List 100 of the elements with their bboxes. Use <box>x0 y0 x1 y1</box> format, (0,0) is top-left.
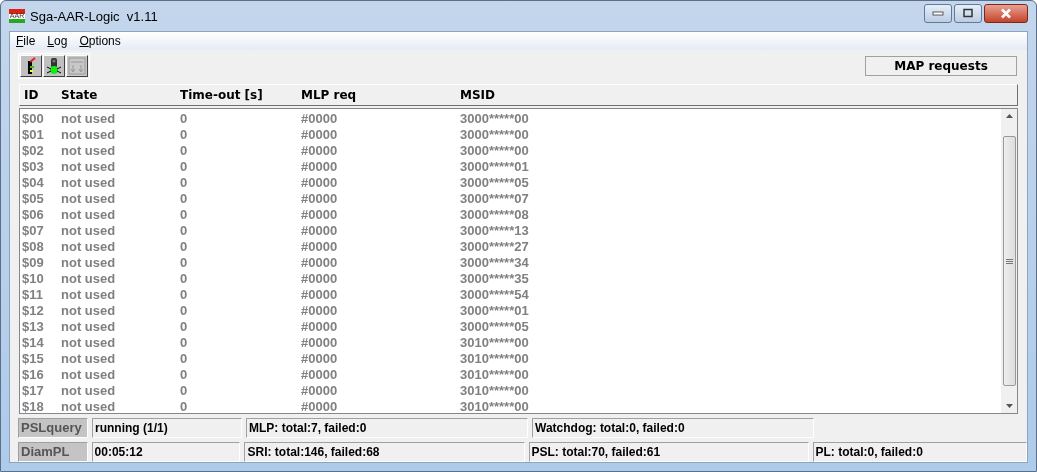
close-button[interactable] <box>984 3 1028 23</box>
table-cell-text: $07 <box>21 222 45 238</box>
maximize-button[interactable] <box>954 3 982 23</box>
table-cell: 3010*****00 <box>460 350 529 366</box>
signal-post-button[interactable] <box>20 55 42 77</box>
table-cell: 3000*****13 <box>460 222 529 238</box>
table-cell-text: 0 <box>180 206 189 222</box>
table-cell-text: #0000 <box>301 158 339 174</box>
table-cell-text: 0 <box>180 222 189 238</box>
table-cell-text: 0 <box>180 318 189 334</box>
table-cell-text: not used <box>61 382 117 398</box>
table-cell-text: not used <box>61 366 117 382</box>
table-cell: 3000*****01 <box>460 302 529 318</box>
table-cell: 3010*****00 <box>460 382 529 398</box>
scrollbar[interactable] <box>1001 109 1017 413</box>
menu-item[interactable]: Log <box>47 34 68 48</box>
column-header[interactable]: MLP req <box>301 88 460 102</box>
table-cell-text: 0 <box>180 366 189 382</box>
window-title: Sga-AAR-Logic v1.11 <box>30 8 158 24</box>
traffic-light-button[interactable] <box>43 55 65 77</box>
table-cell-text: $01 <box>21 126 45 142</box>
table-cell-text: #0000 <box>301 302 339 318</box>
table-cell-text: not used <box>61 334 117 350</box>
status-label: DiamPL <box>18 442 88 462</box>
menu-item[interactable]: Options <box>79 34 121 48</box>
status-field: Watchdog: total:0, failed:0 <box>532 418 814 438</box>
table-cell-text: $17 <box>21 382 45 398</box>
table-cell-text: $10 <box>21 270 45 286</box>
table-cell-text: not used <box>61 206 117 222</box>
maximize-icon <box>962 8 974 18</box>
table-cell-text: #0000 <box>301 366 339 382</box>
table-cell: 3000*****27 <box>460 238 529 254</box>
table-cell: 3000*****00 <box>460 142 529 158</box>
table-cell: 3000*****08 <box>460 206 529 222</box>
table-cell-text: #0000 <box>301 334 339 350</box>
table-cell-text: not used <box>61 302 117 318</box>
table-cell-text: 0 <box>180 286 189 302</box>
table-cell-text: #0000 <box>301 238 339 254</box>
table-cell-text: 0 <box>180 190 189 206</box>
table-cell-text: $02 <box>21 142 45 158</box>
table-cell-text: not used <box>61 126 117 142</box>
table-cell: 3010*****00 <box>460 334 529 350</box>
table-cell-text: $05 <box>21 190 45 206</box>
table-cell-text: not used <box>61 142 117 158</box>
table-cell-text: not used <box>61 398 117 414</box>
table-cell: 3000*****54 <box>460 286 529 302</box>
table-cell: 3000*****01 <box>460 158 529 174</box>
table-cell-text: #0000 <box>301 254 339 270</box>
column-header[interactable]: Time-out [s] <box>180 88 301 102</box>
minimize-button[interactable] <box>924 3 952 23</box>
table-cell-text: $18 <box>21 398 45 414</box>
table-cell: 3010*****00 <box>460 366 529 382</box>
table-cell-text: 0 <box>180 142 189 158</box>
panel-label: MAP requests <box>865 56 1017 76</box>
table-cell-text: $11 <box>21 286 44 302</box>
table-cell-text: #0000 <box>301 350 339 366</box>
table-cell-text: $16 <box>21 366 45 382</box>
table-cell: 3000*****00 <box>460 110 529 126</box>
table-cell-text: #0000 <box>301 206 339 222</box>
table-cell-text: 0 <box>180 398 189 414</box>
table-cell-text: $08 <box>21 238 45 254</box>
table-cell-text: $14 <box>21 334 45 350</box>
close-icon <box>999 7 1013 19</box>
traffic-light-icon <box>45 57 63 75</box>
table-cell-text: #0000 <box>301 222 339 238</box>
table-cell-text: $15 <box>21 350 45 366</box>
table-cell-text: 0 <box>180 238 189 254</box>
status-field: PSL: total:70, failed:61 <box>528 442 809 462</box>
status-field: running (1/1) <box>92 418 242 438</box>
table-cell-text: $12 <box>21 302 45 318</box>
column-header[interactable]: ID <box>20 88 61 102</box>
table-cell-text: 0 <box>180 334 189 350</box>
table-cell: 3000*****35 <box>460 270 529 286</box>
column-header[interactable]: MSID <box>460 88 495 102</box>
table-cell: 3000*****34 <box>460 254 529 270</box>
table-cell-text: 0 <box>180 126 189 142</box>
table-cell-text: not used <box>61 190 117 206</box>
column-header[interactable]: State <box>61 88 180 102</box>
table-cell-text: not used <box>61 110 117 126</box>
table-cell: 3000*****05 <box>460 318 529 334</box>
status-field: MLP: total:7, failed:0 <box>246 418 528 438</box>
table-cell-text: not used <box>61 286 117 302</box>
table-cell-text: #0000 <box>301 286 339 302</box>
status-field: SRI: total:146, failed:68 <box>244 442 525 462</box>
table-cell-text: $09 <box>21 254 45 270</box>
table-cell-text: not used <box>61 222 117 238</box>
scroll-thumb[interactable] <box>1002 136 1016 386</box>
table-cell-text: 0 <box>180 254 189 270</box>
table-cell-text: $06 <box>21 206 45 222</box>
scroll-up-icon[interactable] <box>1005 114 1013 118</box>
table-cell-text: not used <box>61 254 117 270</box>
table-cell-text: 0 <box>180 158 189 174</box>
minimize-icon <box>932 10 944 16</box>
table-cell-text: $03 <box>21 158 45 174</box>
scroll-down-icon[interactable] <box>1005 404 1013 408</box>
table-cell-text: #0000 <box>301 190 339 206</box>
grip-icon <box>1005 258 1013 264</box>
menu-item[interactable]: File <box>16 34 36 48</box>
table-cell-text: #0000 <box>301 174 339 190</box>
table-cell: 3000*****07 <box>460 190 529 206</box>
